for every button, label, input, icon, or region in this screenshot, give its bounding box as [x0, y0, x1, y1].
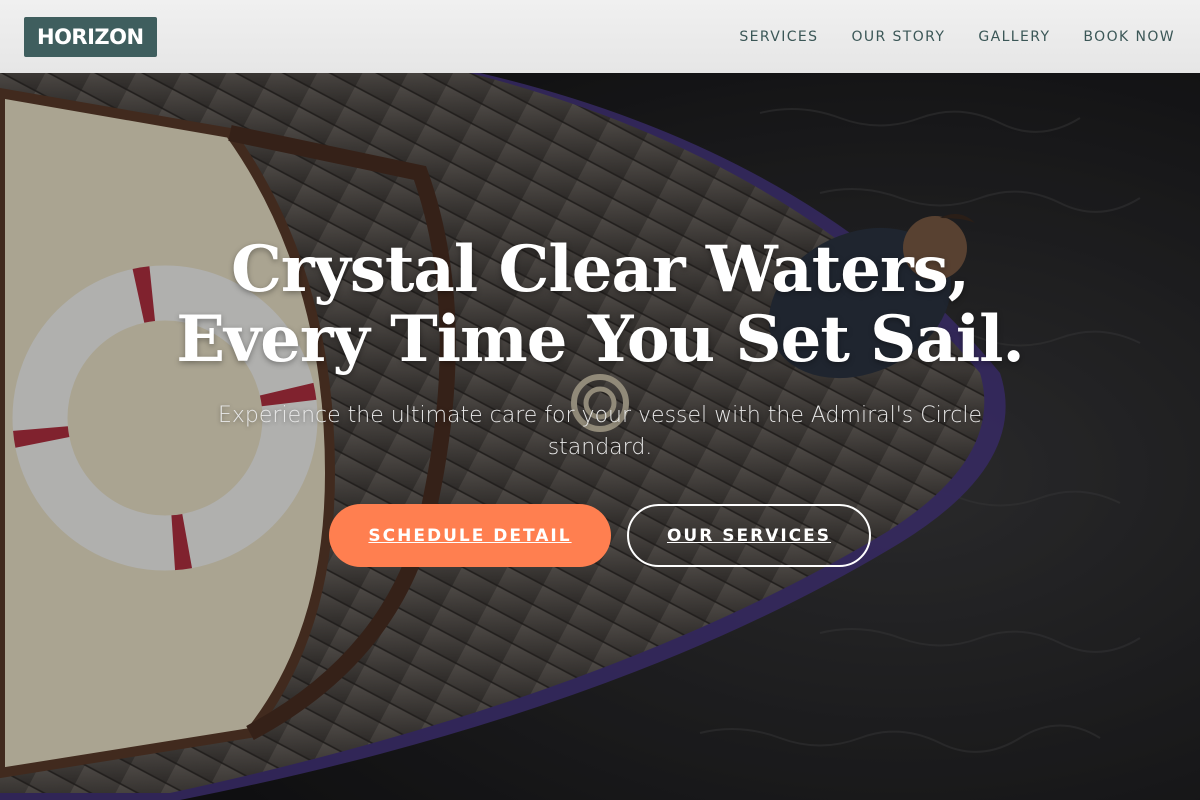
hero-subtitle: Experience the ultimate care for your ve…	[218, 403, 982, 460]
schedule-detail-button[interactable]: SCHEDULE DETAIL	[329, 504, 611, 567]
nav-our-story[interactable]: OUR STORY	[851, 29, 945, 45]
nav-gallery[interactable]: GALLERY	[978, 29, 1050, 45]
site-header: HORIZON SERVICES OUR STORY GALLERY BOOK …	[0, 0, 1200, 73]
hero-section: Crystal Clear Waters, Every Time You Set…	[0, 73, 1200, 800]
hero-title-line-1: Crystal Clear Waters,	[230, 232, 970, 307]
hero-title-line-2: Every Time You Set Sail.	[176, 302, 1025, 377]
main-nav: SERVICES OUR STORY GALLERY BOOK NOW	[739, 29, 1175, 45]
logo[interactable]: HORIZON	[24, 16, 157, 57]
nav-book-now[interactable]: BOOK NOW	[1083, 29, 1175, 45]
nav-services[interactable]: SERVICES	[739, 29, 818, 45]
our-services-button[interactable]: OUR SERVICES	[627, 504, 871, 567]
hero-title: Crystal Clear Waters, Every Time You Set…	[0, 235, 1200, 375]
